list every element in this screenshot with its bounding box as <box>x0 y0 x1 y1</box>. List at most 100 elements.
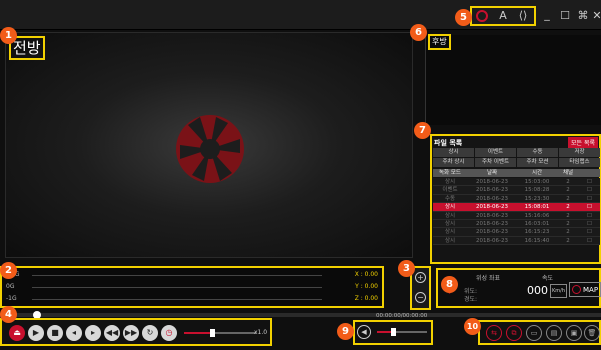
file-row[interactable]: 상시 2018-06-23 15:03:00 2 ☐ <box>433 178 600 187</box>
file-list-rows: 상시 2018-06-23 15:03:00 2 ☐ 이벤트 2018-06-23 15:08… <box>433 178 600 246</box>
rear-video-panel[interactable] <box>425 35 601 125</box>
backup-icon[interactable]: ⧉ <box>506 325 522 341</box>
g-sensor-graph: +1G X : 0.00 0G Y : 0.00 -1G Z : 0.00 <box>0 266 384 308</box>
tool-buttons: ⇆ ⧉ ▭ ▤ ▣ 🗑 <box>478 320 601 345</box>
cell-date: 2018-06-23 <box>476 237 508 244</box>
folder-icon[interactable]: ▤ <box>546 325 562 341</box>
filter-manual[interactable]: 수동 <box>517 148 558 157</box>
g-value-z: Z : 0.00 <box>354 295 378 302</box>
cell-mode: 상시 <box>444 212 456 219</box>
cell-time: 15:16:06 <box>524 212 550 219</box>
rewind-icon[interactable]: ◀◀ <box>104 325 120 341</box>
col-date: 날짜 <box>486 170 498 176</box>
badge-2: 2 <box>0 262 17 279</box>
cell-mode: 상시 <box>444 220 456 227</box>
filter-parking-event[interactable]: 주차 이벤트 <box>475 158 516 167</box>
code-button[interactable]: ⟨⟩ <box>514 7 532 25</box>
file-row[interactable]: 상시 2018-06-23 16:03:01 2 ☐ <box>433 219 600 229</box>
cell-checkbox[interactable]: ☐ <box>579 237 600 244</box>
cell-channel: 2 <box>566 204 570 211</box>
badge-3: 3 <box>398 260 415 277</box>
file-row[interactable]: 상시 2018-06-23 16:15:23 2 ☐ <box>433 228 600 237</box>
col-check <box>579 169 600 177</box>
map-button[interactable]: MAP <box>569 282 601 297</box>
font-button[interactable]: A <box>494 7 512 25</box>
zoom-out-icon[interactable]: − <box>415 292 426 303</box>
speed-icon[interactable]: ◷ <box>161 325 177 341</box>
col-channel: 채널 <box>562 170 574 176</box>
frame-back-icon[interactable]: ◂ <box>66 325 82 341</box>
g-value-x: X : 0.00 <box>354 271 378 278</box>
cell-mode: 수동 <box>444 195 456 202</box>
cell-checkbox[interactable]: ☐ <box>579 212 600 219</box>
gps-speed-value: 000 <box>527 284 548 297</box>
file-list-title: 파일 목록 <box>434 139 463 147</box>
cell-date: 2018-06-23 <box>476 179 508 185</box>
progress-bar[interactable] <box>0 313 601 317</box>
cell-mode: 상시 <box>444 237 456 244</box>
g-line-mid <box>32 287 322 288</box>
filter-parking-motion[interactable]: 주차 모션 <box>517 158 558 167</box>
stop-icon[interactable]: ■ <box>47 325 63 341</box>
gps-speed-label: 속도 <box>542 275 554 282</box>
file-row[interactable]: 이벤트 2018-06-23 15:08:28 2 ☐ <box>433 186 600 195</box>
badge-5: 5 <box>455 9 472 26</box>
cell-time: 16:15:23 <box>524 229 550 236</box>
gps-panel: ✓ 위성 좌표 속도 위도: 경도: 000 Km/h MAP <box>436 268 601 308</box>
volume-controls: ◀ <box>353 320 433 345</box>
cell-mode: 상시 <box>444 179 456 185</box>
g-label-mid: 0G <box>6 283 15 290</box>
volume-slider-handle[interactable] <box>391 328 396 336</box>
speaker-icon[interactable]: ◀ <box>357 325 371 339</box>
record-settings-icon[interactable] <box>476 10 488 22</box>
fast-forward-icon[interactable]: ▶▶ <box>123 325 139 341</box>
filter-timelapse[interactable]: 타임랩스 <box>559 158 600 167</box>
cell-checkbox[interactable]: ☐ <box>579 178 600 185</box>
filter-normal[interactable]: 상시 <box>433 148 474 157</box>
close-button[interactable]: ✕ <box>588 7 601 25</box>
front-video-panel[interactable] <box>5 32 413 258</box>
repeat-icon[interactable]: ↻ <box>142 325 158 341</box>
cell-checkbox[interactable]: ☐ <box>579 203 600 210</box>
filter-parking-normal[interactable]: 주차 상시 <box>433 158 474 167</box>
badge-7: 7 <box>414 122 431 139</box>
file-row[interactable]: 상시 2018-06-23 15:16:06 2 ☐ <box>433 211 600 220</box>
badge-8: 8 <box>441 276 458 293</box>
filter-saved[interactable]: 저장 <box>559 148 600 157</box>
cell-mode: 이벤트 <box>442 187 458 194</box>
cell-checkbox[interactable]: ☐ <box>579 195 600 202</box>
play-icon[interactable]: ▶ <box>28 325 44 341</box>
cell-channel: 2 <box>566 237 570 244</box>
frame-forward-icon[interactable]: ▸ <box>85 325 101 341</box>
cell-checkbox[interactable]: ☐ <box>579 228 600 235</box>
g-value-y: Y : 0.00 <box>355 283 378 290</box>
rear-camera-label: 후방 <box>428 34 451 50</box>
filter-event[interactable]: 이벤트 <box>475 148 516 157</box>
cell-date: 2018-06-23 <box>476 229 508 236</box>
cell-date: 2018-06-23 <box>476 187 508 194</box>
cell-checkbox[interactable]: ☐ <box>579 220 600 227</box>
zoom-in-icon[interactable]: + <box>415 272 426 283</box>
file-row[interactable]: 상시 2018-06-23 15:08:01 2 ☐ <box>433 203 600 212</box>
g-label-bottom: -1G <box>6 295 17 302</box>
speed-slider-handle[interactable] <box>210 329 215 337</box>
file-row[interactable]: 상시 2018-06-23 16:15:40 2 ☐ <box>433 236 600 246</box>
maximize-button[interactable]: ☐ <box>556 7 574 25</box>
cell-time: 15:08:28 <box>524 187 550 194</box>
trash-icon[interactable]: 🗑 <box>584 325 600 341</box>
badge-10: 10 <box>464 318 481 335</box>
minimize-button[interactable]: _ <box>538 6 556 24</box>
eject-icon[interactable]: ⏏ <box>9 325 25 341</box>
all-list-button[interactable]: 모든 목록 <box>568 137 598 148</box>
cell-date: 2018-06-23 <box>476 195 508 202</box>
file-icon[interactable]: ▭ <box>526 325 542 341</box>
link-icon[interactable]: ⇆ <box>486 325 502 341</box>
cell-time: 15:03:00 <box>524 179 550 185</box>
cell-channel: 2 <box>566 220 570 227</box>
gps-lon-label: 경도: <box>464 296 478 303</box>
cell-checkbox[interactable]: ☐ <box>579 186 600 193</box>
file-row[interactable]: 수동 2018-06-23 15:23:30 2 ☐ <box>433 194 600 204</box>
image-icon[interactable]: ▣ <box>566 325 582 341</box>
cell-mode: 상시 <box>444 204 456 211</box>
g-line-top <box>32 275 322 276</box>
